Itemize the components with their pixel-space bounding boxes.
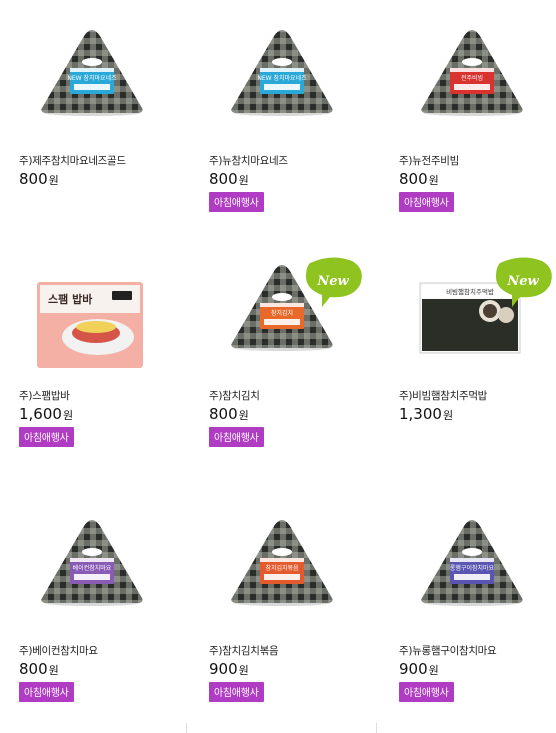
product-card[interactable]: 스팸 밥바주)스팸밥바 1,600원아침애행사 [0, 255, 185, 447]
product-image[interactable]: 스팸 밥바 [0, 255, 185, 385]
price-unit: 원 [62, 409, 74, 422]
product-image[interactable]: 전주비빔 [380, 20, 556, 150]
price-unit: 원 [48, 664, 59, 677]
promo-badge: 아침애행사 [399, 192, 454, 212]
product-card[interactable]: 롱햄구이참치마요주)뉴롱햄구이참치마요 900원아침애행사 [380, 510, 556, 702]
price-value: 900 [399, 660, 428, 678]
product-price: 1,600원 [19, 405, 73, 423]
product-price: 1,300원 [399, 405, 453, 423]
product-image[interactable]: 비빔햄참치주먹밥 New [380, 255, 556, 385]
price-unit: 원 [442, 409, 454, 422]
product-name[interactable]: 주)베이컨참치마요 [19, 643, 98, 658]
promo-badge: 아침애행사 [209, 427, 264, 447]
price-value: 800 [399, 170, 428, 188]
svg-text:비빔햄참치주먹밥: 비빔햄참치주먹밥 [446, 287, 494, 296]
product-price: 800원 [19, 170, 59, 188]
product-card[interactable]: 참치김치 New 주)참치김치 800원아침애행사 [190, 255, 375, 447]
product-price: 800원 [399, 170, 439, 188]
price-value: 1,300 [399, 405, 442, 423]
product-price: 800원 [209, 170, 249, 188]
svg-text:참치김치: 참치김치 [271, 309, 293, 317]
product-name[interactable]: 주)스팸밥바 [19, 388, 70, 403]
promo-badge: 아침애행사 [19, 427, 74, 447]
column-divider [186, 723, 187, 733]
product-price: 800원 [209, 405, 249, 423]
product-name[interactable]: 주)뉴롱햄구이참치마요 [399, 643, 497, 658]
new-badge: New [306, 257, 362, 307]
price-unit: 원 [238, 174, 249, 187]
product-name[interactable]: 주)비빔햄참치주먹밥 [399, 388, 487, 403]
product-card[interactable]: 전주비빔주)뉴전주비빔 800원아침애행사 [380, 20, 556, 212]
promo-badge: 아침애행사 [19, 682, 74, 702]
product-card[interactable]: 참치김치볶음주)참치김치볶음 900원아침애행사 [190, 510, 375, 702]
product-name[interactable]: 주)뉴참치마요네즈 [209, 153, 288, 168]
promo-badge: 아침애행사 [209, 192, 264, 212]
promo-badge: 아침애행사 [399, 682, 454, 702]
svg-text:New: New [506, 274, 539, 289]
price-value: 800 [19, 170, 48, 188]
product-card[interactable]: 비빔햄참치주먹밥 New 주)비빔햄참치주먹밥 1,300원 [380, 255, 556, 435]
price-value: 900 [209, 660, 238, 678]
price-value: 1,600 [19, 405, 62, 423]
svg-text:참치김치볶음: 참치김치볶음 [265, 564, 299, 572]
svg-text:New: New [316, 274, 349, 289]
svg-text:롱햄구이참치마요: 롱햄구이참치마요 [450, 564, 495, 572]
product-name[interactable]: 주)참치김치 [209, 388, 260, 403]
product-card[interactable]: NEW 참치마요네즈주)뉴참치마요네즈 800원아침애행사 [190, 20, 375, 212]
price-value: 800 [209, 170, 238, 188]
product-image[interactable]: NEW 참치마요네즈 [190, 20, 375, 150]
price-unit: 원 [48, 174, 59, 187]
price-value: 800 [209, 405, 238, 423]
product-name[interactable]: 주)참치김치볶음 [209, 643, 279, 658]
price-unit: 원 [238, 664, 249, 677]
svg-text:전주비빔: 전주비빔 [461, 74, 483, 82]
product-image[interactable]: 베이컨참치마요 [0, 510, 185, 640]
svg-text:NEW 참치마요네즈: NEW 참치마요네즈 [257, 74, 307, 82]
product-image[interactable]: 롱햄구이참치마요 [380, 510, 556, 640]
product-price: 900원 [399, 660, 439, 678]
product-card[interactable]: NEW 참치마요네즈주)제주참치마요네즈골드 800원 [0, 20, 185, 200]
product-price: 800원 [19, 660, 59, 678]
product-image[interactable]: 참치김치볶음 [190, 510, 375, 640]
product-name[interactable]: 주)뉴전주비빔 [399, 153, 459, 168]
price-unit: 원 [238, 409, 249, 422]
svg-text:베이컨참치마요: 베이컨참치마요 [73, 564, 112, 572]
product-price: 900원 [209, 660, 249, 678]
column-divider [376, 723, 377, 733]
product-name[interactable]: 주)제주참치마요네즈골드 [19, 153, 126, 168]
product-image[interactable]: NEW 참치마요네즈 [0, 20, 185, 150]
svg-text:스팸 밥바: 스팸 밥바 [48, 292, 93, 306]
promo-badge: 아침애행사 [209, 682, 264, 702]
price-value: 800 [19, 660, 48, 678]
price-unit: 원 [428, 664, 439, 677]
product-image[interactable]: 참치김치 New [190, 255, 375, 385]
svg-text:NEW 참치마요네즈: NEW 참치마요네즈 [67, 74, 117, 82]
price-unit: 원 [428, 174, 439, 187]
product-card[interactable]: 베이컨참치마요주)베이컨참치마요 800원아침애행사 [0, 510, 185, 702]
